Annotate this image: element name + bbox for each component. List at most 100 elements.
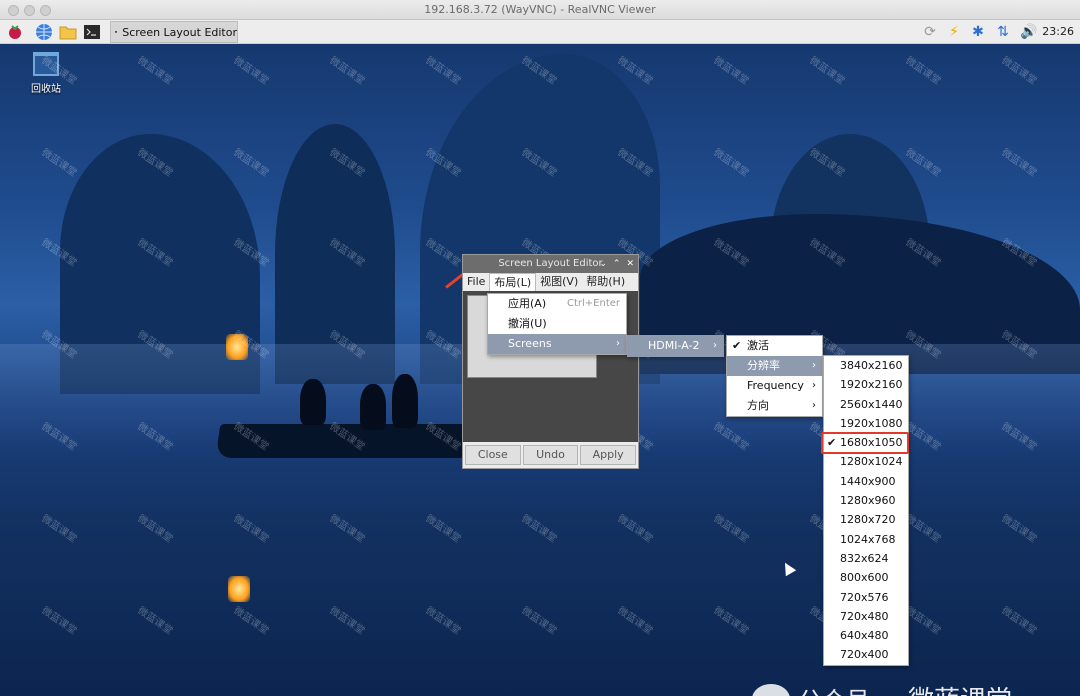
resolution-option[interactable]: 3840x2160 bbox=[824, 356, 908, 375]
editor-title-bar[interactable]: Screen Layout Editor ⌄ ⌃ ✕ bbox=[463, 255, 638, 273]
menu-item-frequency[interactable]: Frequency › bbox=[727, 376, 822, 396]
raspberry-menu-icon[interactable] bbox=[5, 22, 25, 42]
volume-icon[interactable]: 🔊 bbox=[1018, 22, 1040, 42]
resolution-option[interactable]: 1920x1080 bbox=[824, 414, 908, 433]
watermark-text: 微蓝课堂 bbox=[423, 605, 463, 638]
monitor-icon bbox=[115, 31, 118, 33]
resolution-option[interactable]: 800x600 bbox=[824, 568, 908, 587]
editor-title: Screen Layout Editor bbox=[498, 258, 603, 269]
network-icon[interactable]: ⇅ bbox=[992, 22, 1014, 42]
resolution-label: 640x480 bbox=[840, 629, 889, 643]
resolution-option[interactable]: 832x624 bbox=[824, 549, 908, 568]
menu-view[interactable]: 视图(V) bbox=[536, 273, 582, 291]
chevron-right-icon: › bbox=[812, 360, 816, 371]
power-icon[interactable]: ⚡ bbox=[944, 22, 964, 42]
watermark-text: 微蓝课堂 bbox=[711, 147, 751, 180]
resolution-label: 800x600 bbox=[840, 571, 889, 585]
watermark-text: 微蓝课堂 bbox=[231, 513, 271, 546]
watermark-text: 微蓝课堂 bbox=[39, 147, 79, 180]
watermark-text: 微蓝课堂 bbox=[903, 55, 943, 88]
resolution-label: 1440x900 bbox=[840, 474, 896, 488]
cormorant bbox=[392, 374, 418, 428]
menu-item-hdmi-a-2[interactable]: HDMI-A-2 › bbox=[628, 336, 723, 356]
resolution-label: 1280x960 bbox=[840, 494, 896, 508]
watermark-text: 微蓝课堂 bbox=[135, 513, 175, 546]
resolution-label: 720x480 bbox=[840, 609, 889, 623]
watermark-text: 微蓝课堂 bbox=[519, 605, 559, 638]
menu-item-label: 分辨率 bbox=[747, 359, 780, 372]
cormorant bbox=[360, 384, 386, 430]
taskbar-window-screen-layout-editor[interactable]: Screen Layout Editor bbox=[110, 21, 238, 43]
menu-item-resolution[interactable]: 分辨率 › bbox=[727, 356, 822, 376]
viewer-title: 192.168.3.72 (WayVNC) - RealVNC Viewer bbox=[424, 3, 656, 16]
resolution-label: 1280x720 bbox=[840, 513, 896, 527]
menu-file[interactable]: File bbox=[463, 273, 489, 291]
watermark-text: 微蓝课堂 bbox=[423, 513, 463, 546]
watermark-text: 微蓝课堂 bbox=[999, 55, 1039, 88]
resolution-option[interactable]: 2560x1440 bbox=[824, 395, 908, 414]
menu-item-apply[interactable]: 应用(A) Ctrl+Enter bbox=[488, 294, 626, 314]
undo-button[interactable]: Undo bbox=[522, 445, 579, 465]
screen-layout-editor-window: Screen Layout Editor ⌄ ⌃ ✕ File 布局(L) 视图… bbox=[462, 254, 639, 469]
chevron-up-icon[interactable]: ⌃ bbox=[613, 255, 621, 273]
editor-menubar: File 布局(L) 视图(V) 帮助(H) bbox=[463, 273, 638, 291]
terminal-icon[interactable] bbox=[82, 22, 102, 42]
browser-icon[interactable] bbox=[34, 22, 54, 42]
apply-button[interactable]: Apply bbox=[580, 445, 637, 465]
menu-item-label: HDMI-A-2 bbox=[648, 339, 700, 352]
resolution-submenu: 3840x2160 1920x2160 2560x1440 1920x1080 ✔ 168… bbox=[823, 355, 909, 666]
menu-help[interactable]: 帮助(H) bbox=[582, 273, 629, 291]
resolution-option[interactable]: 1280x960 bbox=[824, 491, 908, 510]
resolution-option[interactable]: 1280x1024 bbox=[824, 452, 908, 471]
watermark-text: 微蓝课堂 bbox=[327, 513, 367, 546]
menu-item-undo[interactable]: 撤消(U) bbox=[488, 314, 626, 334]
menu-item-enable[interactable]: ✔ 激活 bbox=[727, 336, 822, 356]
taskbar: Screen Layout Editor ⟳ ⚡ ✱ ⇅ 🔊 23:26 bbox=[0, 20, 1080, 44]
menu-item-label: Screens bbox=[508, 337, 552, 350]
menu-item-screens[interactable]: Screens › bbox=[488, 334, 626, 354]
resolution-label: 1024x768 bbox=[840, 532, 896, 546]
layout-dropdown-menu: 应用(A) Ctrl+Enter 撤消(U) Screens › bbox=[487, 293, 627, 355]
clock[interactable]: 23:26 bbox=[1042, 25, 1074, 38]
menu-item-orientation[interactable]: 方向 › bbox=[727, 396, 822, 416]
menu-item-label: 撤消(U) bbox=[508, 317, 547, 330]
resolution-label: 720x576 bbox=[840, 590, 889, 604]
menu-item-label: 激活 bbox=[747, 339, 769, 352]
watermark-text: 微蓝课堂 bbox=[999, 605, 1039, 638]
resolution-option[interactable]: 1440x900 bbox=[824, 472, 908, 491]
resolution-option[interactable]: 1920x2160 bbox=[824, 375, 908, 394]
watermark-text: 微蓝课堂 bbox=[423, 55, 463, 88]
watermark-text: 微蓝课堂 bbox=[615, 605, 655, 638]
resolution-option[interactable]: 720x480 bbox=[824, 607, 908, 626]
close-button[interactable]: Close bbox=[465, 445, 521, 465]
resolution-option[interactable]: 1280x720 bbox=[824, 510, 908, 529]
sync-icon[interactable]: ⟳ bbox=[920, 22, 940, 42]
resolution-option[interactable]: 720x400 bbox=[824, 645, 908, 664]
watermark-text: 微蓝课堂 bbox=[327, 605, 367, 638]
resolution-option[interactable]: 1024x768 bbox=[824, 530, 908, 549]
resolution-option[interactable]: 640x480 bbox=[824, 626, 908, 645]
chevron-right-icon: › bbox=[812, 380, 816, 391]
close-icon[interactable]: ✕ bbox=[626, 255, 634, 273]
bluetooth-icon[interactable]: ✱ bbox=[968, 22, 988, 42]
chevron-right-icon: › bbox=[616, 338, 620, 349]
menu-item-label: 应用(A) bbox=[508, 297, 547, 310]
watermark-text: 微蓝课堂 bbox=[135, 605, 175, 638]
resolution-label: 1920x2160 bbox=[840, 378, 903, 392]
watermark-text: 微蓝课堂 bbox=[615, 513, 655, 546]
resolution-label: 3840x2160 bbox=[840, 359, 903, 372]
resolution-label: 1280x1024 bbox=[840, 455, 903, 469]
watermark-text: 微蓝课堂 bbox=[231, 605, 271, 638]
resolution-option[interactable]: 720x576 bbox=[824, 588, 908, 607]
watermark-text: 微蓝课堂 bbox=[903, 605, 943, 638]
chevron-down-icon[interactable]: ⌄ bbox=[599, 255, 607, 273]
editor-button-bar: Close Undo Apply bbox=[463, 442, 638, 468]
resolution-label: 2560x1440 bbox=[840, 397, 903, 411]
watermark-text: 微蓝课堂 bbox=[711, 513, 751, 546]
watermark-text: 微蓝课堂 bbox=[135, 55, 175, 88]
checkmark-icon: ✔ bbox=[732, 339, 742, 352]
chevron-right-icon: › bbox=[812, 400, 816, 411]
file-manager-icon[interactable] bbox=[58, 22, 78, 42]
chevron-right-icon: › bbox=[713, 340, 717, 351]
menu-layout[interactable]: 布局(L) bbox=[489, 273, 537, 291]
